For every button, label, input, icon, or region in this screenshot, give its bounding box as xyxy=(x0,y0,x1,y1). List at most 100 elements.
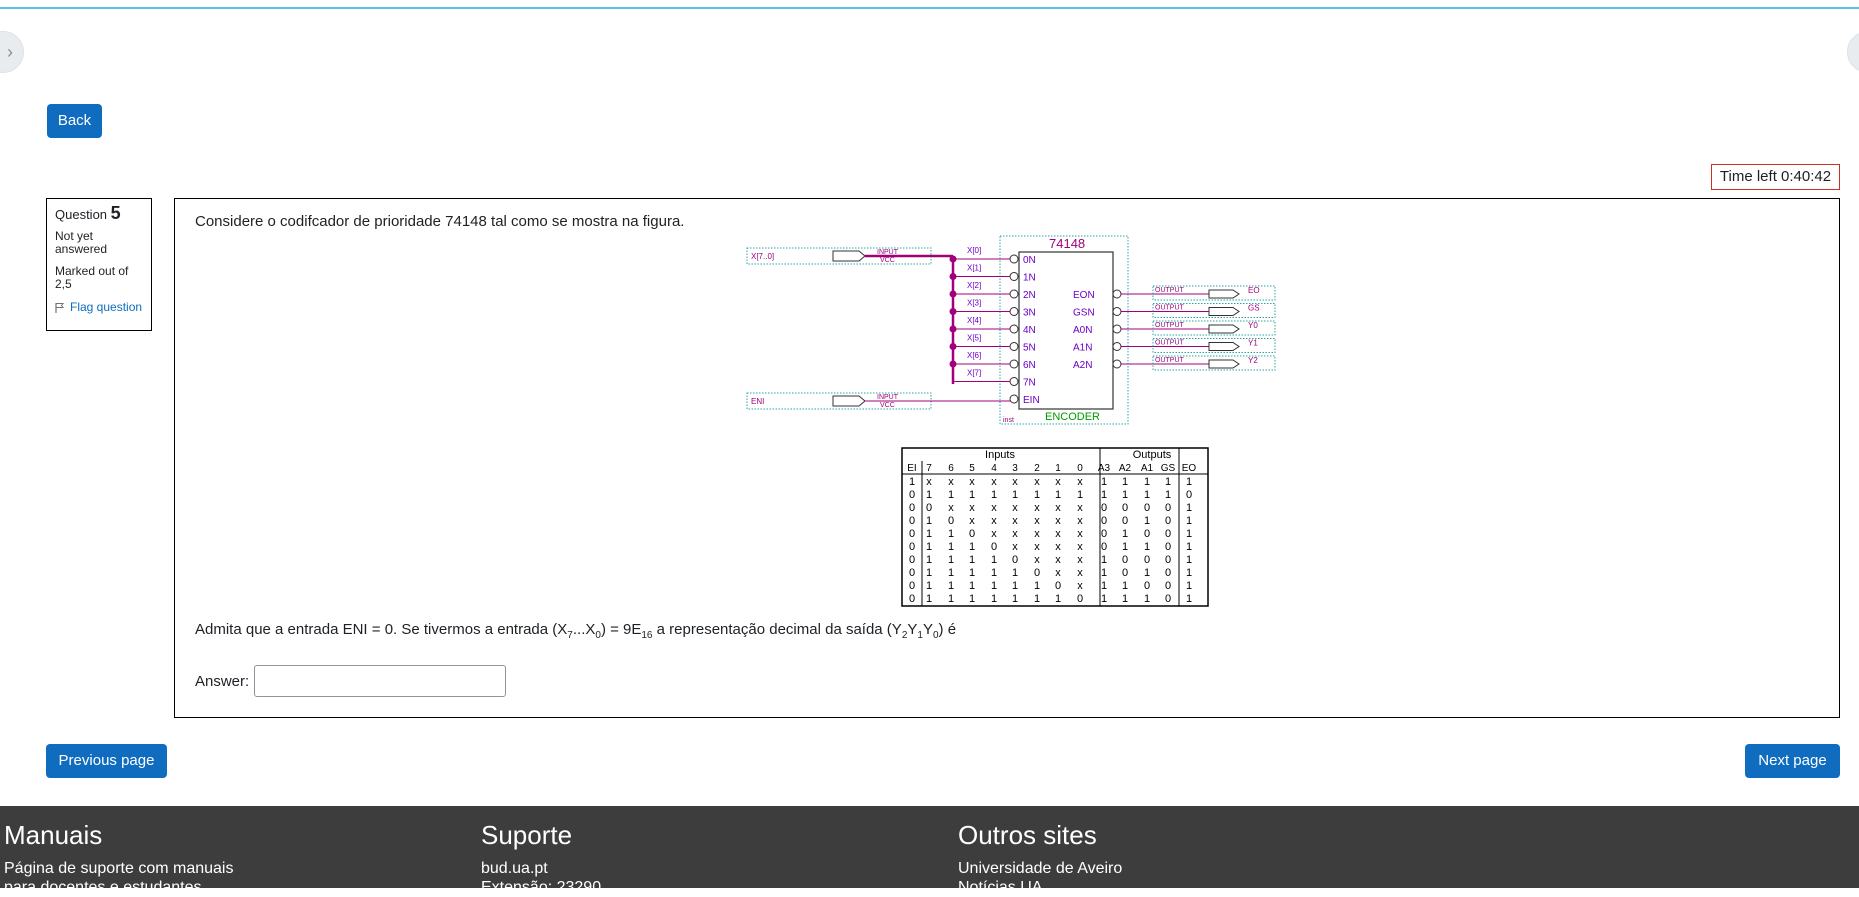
table-cell-0-9: 1 xyxy=(1101,476,1107,488)
table-cell-5-4: 0 xyxy=(991,541,997,553)
table-cell-5-9: 0 xyxy=(1101,541,1107,553)
table-cell-3-8: x xyxy=(1077,515,1083,527)
table-cell-3-9: 0 xyxy=(1101,515,1107,527)
table-cell-2-7: x xyxy=(1055,502,1061,514)
table-cell-5-1: 1 xyxy=(926,541,932,553)
table-cell-8-7: 0 xyxy=(1055,580,1061,592)
eni-input-pin xyxy=(832,395,866,407)
table-cell-9-10: 1 xyxy=(1122,593,1128,605)
table-cell-9-1: 1 xyxy=(926,593,932,605)
table-cell-6-1: 1 xyxy=(926,554,932,566)
table-cell-7-5: 1 xyxy=(1012,567,1018,579)
input-pin-label-6: 6N xyxy=(1023,360,1036,371)
answer-row: Answer: xyxy=(195,665,507,697)
output-pin-label-0: EON xyxy=(1073,290,1095,301)
quiz-timer: Time left 0:40:42 xyxy=(1711,164,1840,190)
question-content: Considere o codifcador de prioridade 741… xyxy=(174,198,1840,718)
input-pin-label-4: 4N xyxy=(1023,325,1036,336)
table-cell-1-10: 1 xyxy=(1122,489,1128,501)
table-cell-6-11: 0 xyxy=(1144,554,1150,566)
output-pin-label-1: GSN xyxy=(1073,308,1095,319)
table-cell-8-11: 0 xyxy=(1144,580,1150,592)
input-pin-label-2: 2N xyxy=(1023,290,1036,301)
table-header-2: 6 xyxy=(948,463,954,474)
bus-junction-4 xyxy=(949,325,957,333)
table-cell-4-2: 1 xyxy=(948,528,954,540)
table-header-7: 1 xyxy=(1055,463,1061,474)
input-pin-bubble-5 xyxy=(1009,342,1019,351)
table-cell-0-3: x xyxy=(969,476,975,488)
table-cell-3-6: x xyxy=(1034,515,1040,527)
table-cell-4-8: x xyxy=(1077,528,1083,540)
table-cell-8-6: 1 xyxy=(1034,580,1040,592)
table-cell-4-4: x xyxy=(991,528,997,540)
table-header-10: A2 xyxy=(1119,463,1132,474)
bus-input-vcc-text: VCC xyxy=(880,257,895,264)
eni-input-label: ENI xyxy=(751,397,764,406)
table-cell-0-2: x xyxy=(948,476,954,488)
footer-link-ua[interactable]: Universidade de Aveiro xyxy=(958,859,1122,878)
table-cell-0-6: x xyxy=(1034,476,1040,488)
table-cell-8-10: 1 xyxy=(1122,580,1128,592)
answer-input[interactable] xyxy=(254,665,507,697)
table-cell-6-8: x xyxy=(1077,554,1083,566)
bus-junction-0 xyxy=(949,255,957,263)
table-header-0: EI xyxy=(907,463,916,474)
table-cell-0-7: x xyxy=(1055,476,1061,488)
chip-type: ENCODER xyxy=(1045,411,1100,423)
wire-label-5: X[5] xyxy=(967,334,981,343)
table-cell-2-9: 0 xyxy=(1101,502,1107,514)
table-cell-9-13: 1 xyxy=(1186,593,1192,605)
input-pin-bubble-3 xyxy=(1009,307,1019,316)
table-cell-5-3: 1 xyxy=(969,541,975,553)
table-header-1: 7 xyxy=(926,463,932,474)
table-cell-1-13: 0 xyxy=(1186,489,1192,501)
next-page-button[interactable]: Next page xyxy=(1745,744,1840,778)
table-cell-3-2: 0 xyxy=(948,515,954,527)
table-header-3: 5 xyxy=(969,463,975,474)
page-top-border xyxy=(0,7,1859,9)
chip-name: 74148 xyxy=(1049,236,1085,251)
inst-label: inst xyxy=(1003,417,1014,424)
input-pin-bubble-8 xyxy=(1009,394,1019,404)
table-cell-5-8: x xyxy=(1077,541,1083,553)
table-cell-8-8: x xyxy=(1077,580,1083,592)
bus-junction-5 xyxy=(949,343,957,350)
footer-link-bud[interactable]: bud.ua.pt xyxy=(481,859,601,878)
table-cell-4-3: 0 xyxy=(969,528,975,540)
table-cell-9-0: 0 xyxy=(909,593,915,605)
back-button[interactable]: Back xyxy=(47,104,102,138)
open-drawer-button[interactable]: › xyxy=(0,31,24,73)
table-cell-5-10: 1 xyxy=(1122,541,1128,553)
table-cell-0-1: x xyxy=(926,476,932,488)
table-cell-1-11: 1 xyxy=(1144,489,1150,501)
table-cell-5-11: 1 xyxy=(1144,541,1150,553)
table-cell-9-6: 1 xyxy=(1034,593,1040,605)
input-pin-bubble-4 xyxy=(1009,324,1019,334)
table-cell-6-3: 1 xyxy=(969,554,975,566)
table-cell-8-9: 1 xyxy=(1101,580,1107,592)
site-footer: Manuais Página de suporte com manuais pa… xyxy=(0,806,1859,896)
table-cell-1-12: 1 xyxy=(1165,489,1171,501)
table-cell-9-4: 1 xyxy=(991,593,997,605)
table-cell-2-0: 0 xyxy=(909,502,915,514)
table-cell-7-9: 1 xyxy=(1101,567,1107,579)
table-cell-6-12: 0 xyxy=(1165,554,1171,566)
previous-page-button[interactable]: Previous page xyxy=(46,744,167,778)
table-cell-3-13: 1 xyxy=(1186,515,1192,527)
table-cell-3-11: 1 xyxy=(1144,515,1150,527)
bus-junction-6 xyxy=(949,360,957,368)
table-cell-1-8: 1 xyxy=(1077,489,1083,501)
table-cell-3-5: x xyxy=(1012,515,1018,527)
table-cell-2-10: 0 xyxy=(1122,502,1128,514)
question-prompt: Admita que a entrada ENI = 0. Se tivermo… xyxy=(195,621,957,641)
footer-col-manuais: Manuais Página de suporte com manuais pa… xyxy=(4,820,234,896)
table-cell-0-12: 1 xyxy=(1165,476,1171,488)
wire-label-3: X[3] xyxy=(967,299,981,308)
flag-question-link[interactable]: Flag question xyxy=(55,301,143,314)
table-cell-3-7: x xyxy=(1055,515,1061,527)
open-right-drawer-button[interactable] xyxy=(1847,31,1859,73)
table-cell-0-10: 1 xyxy=(1122,476,1128,488)
footer-link-manuais[interactable]: Página de suporte com manuais xyxy=(4,859,233,878)
bus-input-label: X[7..0] xyxy=(751,252,774,261)
